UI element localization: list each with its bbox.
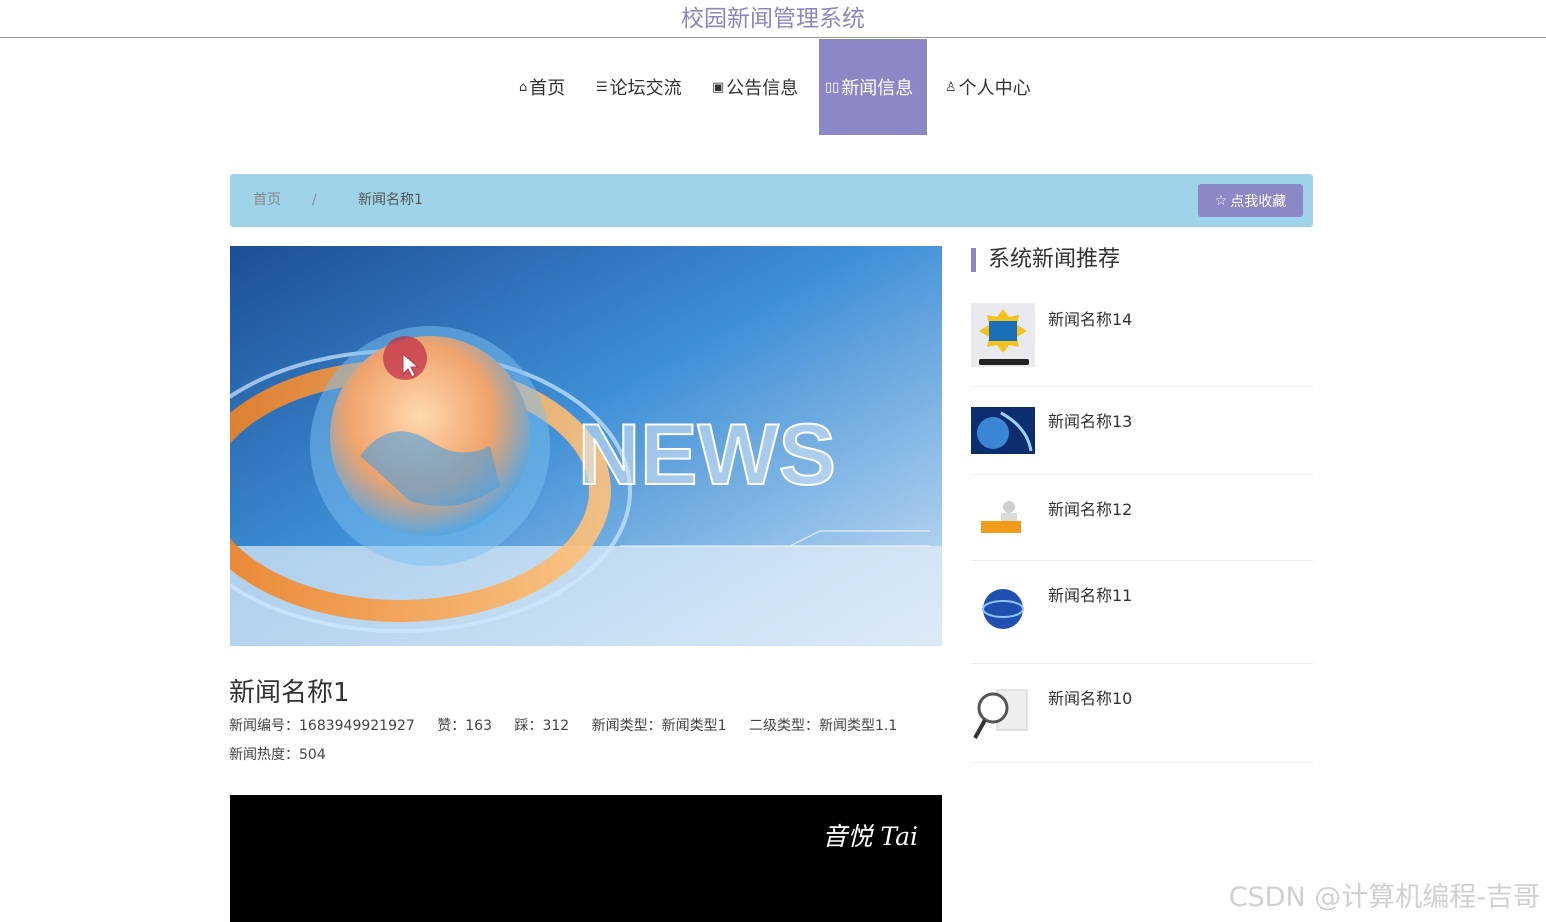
- news-id-label: 新闻编号：: [229, 718, 299, 734]
- notice-icon: ▣: [712, 79, 725, 95]
- heat-value: 504: [299, 747, 326, 763]
- video-player[interactable]: 音悦 Tai: [230, 795, 942, 922]
- star-icon: ☆: [1214, 192, 1228, 209]
- news-type-value: 新闻类型1: [661, 718, 727, 734]
- hero-news-text: NEWS: [578, 407, 836, 503]
- recommend-item[interactable]: 新闻名称13: [971, 387, 1313, 475]
- site-title: 校园新闻管理系统: [0, 0, 1546, 38]
- article-title: 新闻名称1: [229, 678, 350, 708]
- recommend-item[interactable]: 新闻名称14: [971, 302, 1313, 387]
- breadcrumb-current: 新闻名称1: [358, 192, 423, 208]
- favorite-button[interactable]: ☆ 点我收藏: [1198, 184, 1303, 217]
- article-meta-row: 新闻热度：504: [229, 744, 326, 764]
- nav-label: 新闻信息: [841, 78, 914, 99]
- recommend-item[interactable]: 新闻名称12: [971, 475, 1313, 561]
- recommend-thumbnail: [971, 577, 1035, 637]
- news-type-label: 新闻类型：: [591, 718, 662, 734]
- recommend-item[interactable]: 新闻名称10: [971, 664, 1313, 763]
- recommend-title: 新闻名称14: [1048, 310, 1133, 329]
- recommend-thumbnail: [971, 680, 1035, 746]
- recommend-thumbnail: [971, 303, 1035, 367]
- likes-value: 163: [465, 718, 492, 734]
- heat-label: 新闻热度：: [229, 747, 299, 763]
- recommend-title: 新闻名称10: [1048, 689, 1133, 708]
- favorite-label: 点我收藏: [1230, 193, 1287, 210]
- news-subtype-label: 二级类型：: [749, 718, 819, 734]
- nav-label: 首页: [529, 78, 566, 99]
- recommend-title: 新闻名称11: [1048, 586, 1133, 605]
- article-meta-row: 新闻编号：1683949921927 赞：163 踩：312 新闻类型：新闻类型…: [229, 715, 897, 735]
- news-cover-graphic: NEWS: [230, 246, 942, 646]
- likes-label: 赞：: [437, 718, 466, 734]
- news-icon: ▯▯: [825, 79, 840, 95]
- news-subtype-value: 新闻类型1.1: [819, 718, 898, 734]
- breadcrumb: 首页 / 新闻名称1 ☆ 点我收藏: [230, 174, 1313, 227]
- home-icon: ⌂: [519, 79, 528, 95]
- nav-item-notice[interactable]: ▣ 公告信息: [712, 39, 798, 135]
- recommend-thumbnail: [971, 407, 1035, 454]
- sidebar-title: 系统新闻推荐: [971, 248, 1120, 272]
- recommend-thumbnail: [971, 493, 1035, 539]
- nav-label: 公告信息: [726, 78, 799, 99]
- nav-item-home[interactable]: ⌂ 首页: [519, 39, 565, 135]
- breadcrumb-separator: /: [312, 192, 317, 208]
- recommend-title: 新闻名称13: [1048, 412, 1133, 431]
- nav-item-forum[interactable]: ☰ 论坛交流: [596, 39, 682, 135]
- nav-label: 个人中心: [958, 78, 1031, 99]
- nav-item-news[interactable]: ▯▯ 新闻信息: [819, 39, 927, 135]
- recommend-item[interactable]: 新闻名称11: [971, 561, 1313, 664]
- nav-label: 论坛交流: [609, 78, 682, 99]
- forum-icon: ☰: [596, 79, 608, 95]
- video-watermark: 音悦 Tai: [822, 822, 918, 851]
- dislikes-value: 312: [542, 718, 570, 734]
- news-cover-image: NEWS: [230, 246, 942, 646]
- main-nav: ⌂ 首页 ☰ 论坛交流 ▣ 公告信息 ▯▯ 新闻信息 ♙ 个人中心: [0, 39, 1546, 135]
- breadcrumb-home-link[interactable]: 首页: [253, 174, 281, 227]
- dislikes-label: 踩：: [514, 718, 543, 734]
- recommend-title: 新闻名称12: [1048, 500, 1133, 519]
- nav-item-profile[interactable]: ♙ 个人中心: [945, 39, 1031, 135]
- user-icon: ♙: [945, 79, 957, 95]
- news-id-value: 1683949921927: [299, 718, 415, 734]
- csdn-watermark: CSDN @计算机编程-吉哥: [1228, 882, 1540, 913]
